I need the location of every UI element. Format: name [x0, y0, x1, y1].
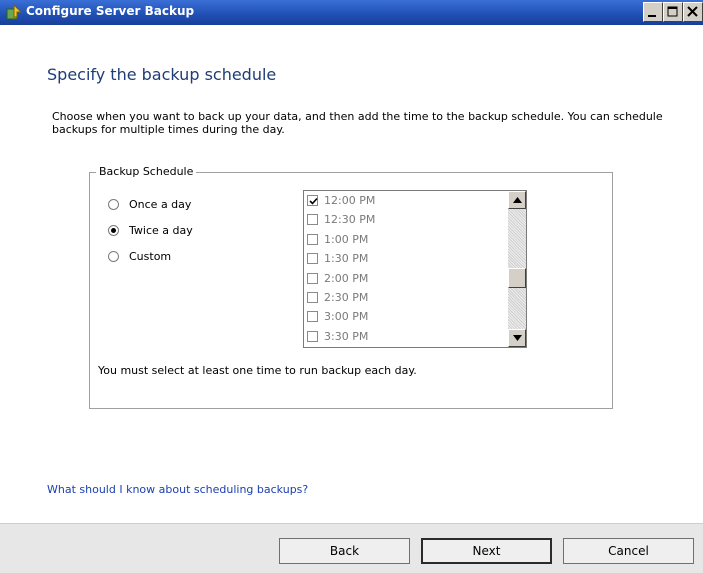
- checkbox-icon[interactable]: [307, 311, 318, 322]
- title-bar[interactable]: Configure Server Backup: [0, 0, 703, 25]
- time-item-230pm[interactable]: 2:30 PM: [307, 288, 368, 307]
- checkbox-icon[interactable]: [307, 234, 318, 245]
- maximize-icon[interactable]: [663, 2, 683, 22]
- minimize-icon[interactable]: [643, 2, 663, 22]
- time-item-330pm[interactable]: 3:30 PM: [307, 327, 368, 346]
- radio-button-icon[interactable]: [108, 224, 119, 236]
- time-label: 1:30 PM: [324, 252, 369, 265]
- close-icon[interactable]: [683, 2, 703, 22]
- radio-label: Once a day: [129, 197, 192, 211]
- radio-twice-a-day[interactable]: Twice a day: [108, 222, 193, 238]
- time-label: 12:30 PM: [324, 213, 376, 226]
- radio-custom[interactable]: Custom: [108, 248, 171, 264]
- selection-hint: You must select at least one time to run…: [98, 364, 417, 377]
- checkbox-icon[interactable]: [307, 331, 318, 342]
- checkbox-icon[interactable]: [307, 292, 318, 303]
- time-item-1230pm[interactable]: 12:30 PM: [307, 210, 375, 229]
- time-item-300pm[interactable]: 3:00 PM: [307, 307, 368, 326]
- scroll-thumb[interactable]: [508, 268, 526, 288]
- next-button[interactable]: Next: [421, 538, 552, 564]
- radio-button-icon[interactable]: [108, 250, 119, 262]
- checkbox-icon[interactable]: [307, 195, 318, 206]
- page-description: Choose when you want to back up your dat…: [52, 110, 663, 136]
- time-label: 2:00 PM: [324, 272, 369, 285]
- time-label: 3:00 PM: [324, 310, 369, 323]
- radio-label: Custom: [129, 249, 172, 263]
- window-title: Configure Server Backup: [26, 4, 195, 18]
- time-label: 2:30 PM: [324, 291, 369, 304]
- backup-icon: [5, 3, 23, 21]
- backup-schedule-label: Backup Schedule: [96, 165, 197, 178]
- radio-once-a-day[interactable]: Once a day: [108, 196, 191, 212]
- time-label: 1:00 PM: [324, 233, 369, 246]
- time-item-1200pm[interactable]: 12:00 PM: [307, 191, 375, 210]
- cancel-button[interactable]: Cancel: [563, 538, 694, 564]
- time-label: 12:00 PM: [324, 194, 376, 207]
- checkbox-icon[interactable]: [307, 273, 318, 284]
- help-link-scheduling[interactable]: What should I know about scheduling back…: [47, 483, 308, 496]
- time-item-100pm[interactable]: 1:00 PM: [307, 230, 368, 249]
- time-list-scrollbar[interactable]: [508, 191, 526, 347]
- time-item-200pm[interactable]: 2:00 PM: [307, 269, 368, 288]
- checkbox-icon[interactable]: [307, 214, 318, 225]
- time-item-130pm[interactable]: 1:30 PM: [307, 249, 368, 268]
- caption-buttons: [643, 2, 703, 23]
- time-label: 3:30 PM: [324, 330, 369, 343]
- time-list[interactable]: 12:00 PM 12:30 PM 1:00 PM 1:30 PM 2:00 P…: [303, 190, 527, 348]
- back-button[interactable]: Back: [279, 538, 410, 564]
- checkbox-icon[interactable]: [307, 253, 318, 264]
- radio-label: Twice a day: [129, 223, 193, 237]
- page-heading: Specify the backup schedule: [47, 65, 277, 84]
- scroll-up-icon[interactable]: [508, 191, 526, 209]
- scroll-down-icon[interactable]: [508, 329, 526, 347]
- radio-button-icon[interactable]: [108, 198, 119, 210]
